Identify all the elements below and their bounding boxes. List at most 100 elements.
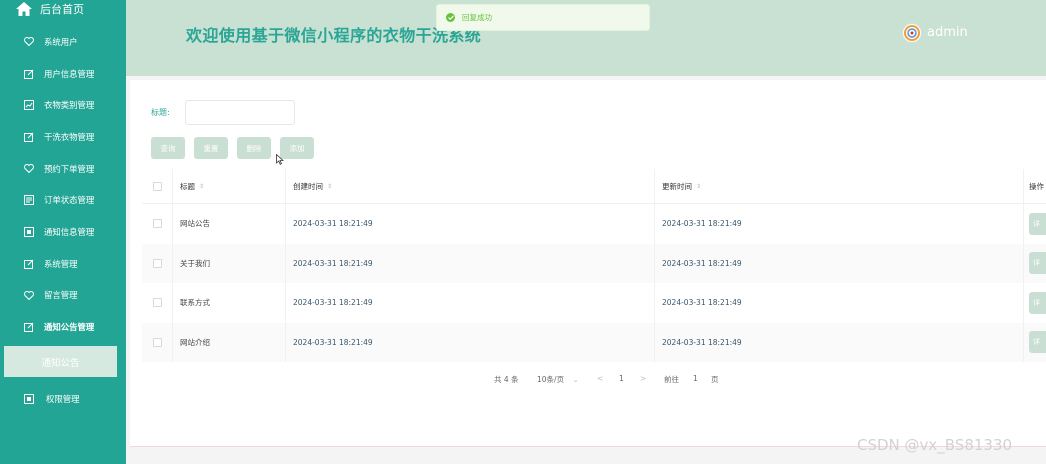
column-title-label: 标题 — [180, 181, 195, 191]
title-filter-label: 标题: — [151, 108, 170, 117]
chevron-down-icon: ⌄ — [572, 375, 579, 384]
row-checkbox[interactable] — [152, 337, 162, 347]
sidebar-item-label: 留言管理 — [44, 290, 78, 301]
column-header-title[interactable]: 标题 ⇕ — [173, 169, 286, 203]
cell-created: 2024-03-31 18:21:49 — [286, 283, 655, 323]
select-all-checkbox[interactable] — [152, 181, 162, 191]
sidebar-item-booking[interactable]: 预约下单管理 — [0, 153, 126, 185]
cell-updated: 2024-03-31 18:21:49 — [655, 322, 1024, 362]
mouse-cursor-icon — [276, 150, 285, 169]
sidebar-item-announcements[interactable]: 通知公告管理 — [0, 311, 126, 343]
cell-ops: 详 — [1024, 204, 1046, 244]
sidebar-home[interactable]: 后台首页 — [0, 0, 126, 18]
cell-created: 2024-03-31 18:21:49 — [286, 243, 655, 283]
row-checkbox[interactable] — [152, 298, 162, 308]
sidebar-item-label: 系统用户 — [44, 36, 78, 47]
goto-page-input[interactable]: 1 — [693, 374, 698, 383]
home-icon — [16, 1, 32, 17]
table-row[interactable]: 网站公告 2024-03-31 18:21:49 2024-03-31 18:2… — [142, 204, 1046, 244]
main-panel: 标题: 查询 重置 删除 添加 标题 ⇕ 创建时间 ⇕ 更新时间 ⇕ 操作 网站公告 … — [130, 80, 1046, 447]
cell-ops: 详 — [1024, 323, 1046, 363]
sidebar-item-order-status[interactable]: 订单状态管理 — [0, 184, 126, 216]
edit-icon — [24, 69, 34, 79]
column-header-created[interactable]: 创建时间 ⇕ — [286, 169, 655, 203]
sidebar-item-label: 订单状态管理 — [44, 195, 95, 206]
column-ops-label: 操作 — [1029, 181, 1044, 191]
row-checkbox-cell[interactable] — [142, 322, 173, 362]
check-icon — [446, 13, 455, 22]
box-icon — [24, 394, 34, 404]
table-row[interactable]: 网站介绍 2024-03-31 18:21:49 2024-03-31 18:2… — [142, 322, 1046, 363]
sidebar-item-messages[interactable]: 留言管理 — [0, 280, 126, 312]
sidebar-item-clothing-category[interactable]: 衣物类别管理 — [0, 89, 126, 121]
cell-created: 2024-03-31 18:21:49 — [286, 322, 655, 362]
edit-icon — [24, 259, 34, 269]
username[interactable]: admin — [927, 25, 968, 40]
sidebar-item-label: 预约下单管理 — [44, 163, 95, 174]
sidebar-item-label: 通知公告管理 — [44, 322, 95, 333]
sidebar-subitem-announcement[interactable]: 通知公告 — [4, 346, 117, 377]
table-row[interactable]: 关于我们 2024-03-31 18:21:49 2024-03-31 18:2… — [142, 243, 1046, 284]
detail-button[interactable]: 详 — [1029, 331, 1046, 354]
edit-icon — [24, 132, 34, 142]
sidebar-item-dry-cleaning[interactable]: 干洗衣物管理 — [0, 121, 126, 153]
add-button[interactable]: 添加 — [280, 137, 314, 159]
row-checkbox[interactable] — [152, 219, 162, 229]
delete-button[interactable]: 删除 — [237, 137, 271, 159]
sidebar-home-label: 后台首页 — [40, 3, 84, 16]
reset-button[interactable]: 重置 — [194, 137, 228, 159]
sidebar-item-label: 用户信息管理 — [44, 68, 95, 79]
sort-icon[interactable]: ⇕ — [696, 183, 701, 190]
cell-title: 关于我们 — [173, 243, 286, 283]
sidebar-item-label: 权限管理 — [46, 394, 80, 404]
edit-icon — [24, 322, 34, 333]
column-header-updated[interactable]: 更新时间 ⇕ — [655, 169, 1024, 203]
detail-button[interactable]: 详 — [1029, 212, 1046, 235]
row-checkbox[interactable] — [152, 258, 162, 268]
page-size-select[interactable]: 10条/页 ⌄ — [537, 374, 579, 385]
box-icon — [24, 226, 34, 237]
row-checkbox-cell[interactable] — [142, 204, 173, 244]
row-checkbox-cell[interactable] — [142, 243, 173, 283]
cell-title: 网站公告 — [173, 204, 286, 244]
sidebar-item-label: 衣物类别管理 — [44, 100, 95, 111]
next-page-button[interactable]: > — [640, 374, 646, 383]
cell-created: 2024-03-31 18:21:49 — [286, 204, 655, 244]
goto-prefix: 前往 — [664, 375, 679, 384]
prev-page-button[interactable]: < — [597, 374, 603, 383]
cell-ops: 详 — [1024, 244, 1046, 284]
cell-title: 联系方式 — [173, 283, 286, 323]
header-checkbox-cell[interactable] — [142, 169, 173, 203]
avatar[interactable] — [902, 23, 922, 43]
watermark: CSDN @vx_BS81330 — [857, 436, 1013, 454]
success-toast: 回复成功 — [436, 4, 650, 31]
sort-icon[interactable]: ⇕ — [199, 183, 204, 190]
page-number[interactable]: 1 — [619, 374, 624, 383]
sidebar-item-notice-info[interactable]: 通知信息管理 — [0, 216, 126, 248]
sidebar-menu: 系统用户 用户信息管理 衣物类别管理 干洗衣物管理 预约下单管理 订单状态管理 … — [0, 26, 126, 343]
row-checkbox-cell[interactable] — [142, 283, 173, 323]
sidebar: 后台首页 系统用户 用户信息管理 衣物类别管理 干洗衣物管理 预约下单管理 订单… — [0, 0, 126, 464]
goto-suffix: 页 — [711, 375, 719, 384]
cell-ops: 详 — [1024, 283, 1046, 323]
column-updated-label: 更新时间 — [662, 181, 692, 191]
detail-button[interactable]: 详 — [1029, 252, 1046, 275]
sidebar-item-label: 系统管理 — [44, 258, 78, 269]
table-header-row: 标题 ⇕ 创建时间 ⇕ 更新时间 ⇕ 操作 — [142, 169, 1046, 204]
sidebar-item-system-manage[interactable]: 系统管理 — [0, 248, 126, 280]
heart-icon — [24, 37, 34, 47]
title-search-input[interactable] — [185, 100, 295, 125]
column-header-ops: 操作 — [1024, 169, 1046, 203]
detail-button[interactable]: 详 — [1029, 291, 1046, 314]
chart-icon — [24, 100, 34, 111]
table-row[interactable]: 联系方式 2024-03-31 18:21:49 2024-03-31 18:2… — [142, 283, 1046, 323]
column-created-label: 创建时间 — [293, 181, 323, 191]
pagination-total: 共 4 条 — [494, 375, 519, 384]
sidebar-item-label: 干洗衣物管理 — [44, 131, 95, 142]
sort-icon[interactable]: ⇕ — [327, 183, 332, 190]
query-button[interactable]: 查询 — [151, 137, 185, 159]
sidebar-item-system-users[interactable]: 系统用户 — [0, 26, 126, 58]
sidebar-item-permissions[interactable]: 权限管理 — [0, 384, 126, 414]
sidebar-item-user-info[interactable]: 用户信息管理 — [0, 58, 126, 90]
cell-title: 网站介绍 — [173, 322, 286, 362]
